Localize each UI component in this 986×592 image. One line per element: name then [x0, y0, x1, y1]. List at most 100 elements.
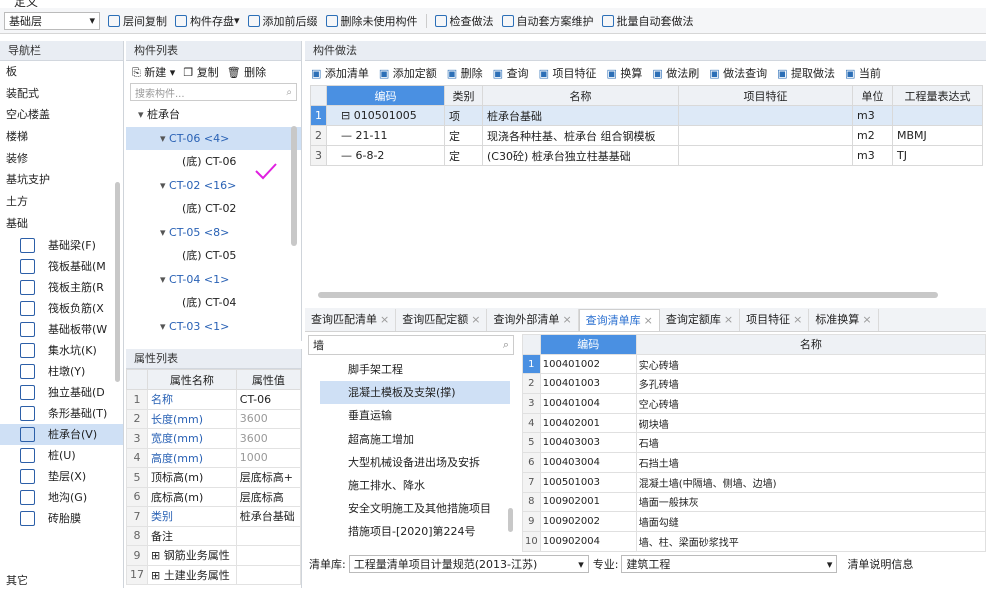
method-cell-cat[interactable]: 定 — [444, 145, 483, 166]
library-row[interactable]: 3 100401004 空心砖墙 — [522, 393, 986, 414]
library-row[interactable]: 5 100403003 石墙 — [522, 432, 986, 454]
lib-name-cell[interactable]: 墙、柱、梁面砂浆找平 — [635, 530, 986, 552]
spec-select[interactable]: 建筑工程 ▾ — [621, 555, 838, 573]
method-cell-name[interactable]: 桩承台基础 — [482, 105, 679, 126]
batch-auto-button[interactable]: 批量自动套做法 — [601, 13, 694, 29]
method-tool-button[interactable]: ▣ 删除 — [447, 65, 483, 81]
library-search-input[interactable]: 墙 ⌕ — [308, 335, 514, 355]
lib-code-cell[interactable]: 100902002 — [539, 511, 637, 532]
tree-node[interactable]: (底) CT-04 — [126, 291, 301, 315]
method-cell-expr[interactable]: TJ — [892, 145, 983, 166]
method-tool-button[interactable]: ▣ 换算 — [606, 65, 642, 81]
lib-name-cell[interactable]: 墙面勾缝 — [635, 511, 986, 532]
tree-node[interactable]: ▾ 桩承台 — [126, 103, 301, 127]
close-icon[interactable]: × — [644, 314, 653, 327]
check-method-button[interactable]: 检查做法 — [434, 13, 494, 29]
nav-item-other[interactable]: 其它 — [0, 570, 28, 592]
lib-code-cell[interactable]: 100401003 — [539, 373, 637, 395]
method-tool-button[interactable]: ▣ 提取做法 — [777, 65, 835, 81]
property-row[interactable]: 6 底标高(m) 层底标高 — [126, 486, 302, 507]
tree-toggle-icon[interactable]: ▾ — [160, 132, 169, 145]
col-name[interactable]: 名称 — [482, 85, 679, 106]
lib-name-cell[interactable]: 多孔砖墙 — [635, 373, 986, 395]
library-row[interactable]: 1 100401002 实心砖墙 — [522, 353, 986, 375]
library-category-item[interactable]: 超高施工增加 — [320, 428, 510, 451]
method-tool-button[interactable]: ▣ 添加定额 — [379, 65, 437, 81]
property-row[interactable]: 3 宽度(mm) 3600 — [126, 428, 302, 449]
nav-sub-item[interactable]: 桩(U) — [0, 445, 123, 466]
method-cell-feature[interactable] — [678, 145, 853, 166]
delete-component-button[interactable]: 🗑 删除 — [227, 64, 266, 80]
tree-node[interactable]: (底) CT-05 — [126, 244, 301, 268]
library-category-item[interactable]: 大型机械设备进出场及安拆 — [320, 451, 510, 474]
property-row[interactable]: 2 长度(mm) 3600 — [126, 408, 302, 429]
col-category[interactable]: 类别 — [444, 85, 483, 106]
library-row[interactable]: 10 100902004 墙、柱、梁面砂浆找平 — [522, 530, 986, 552]
prop-value[interactable]: CT-06 — [235, 389, 302, 410]
library-row[interactable]: 4 100402001 砌块墙 — [522, 412, 986, 434]
method-row[interactable]: 3— 6-8-2 定 (C30砼) 桩承台独立柱基基础 m3 TJ — [310, 145, 983, 166]
library-category-item[interactable]: 脚手架工程 — [320, 358, 510, 381]
library-row[interactable]: 6 100403004 石挡土墙 — [522, 452, 986, 473]
method-hscrollbar[interactable] — [318, 292, 938, 298]
col-code[interactable]: 编码 — [326, 85, 445, 106]
component-list-scrollbar[interactable] — [291, 126, 297, 246]
lib-code-cell[interactable]: 100902001 — [539, 491, 637, 513]
property-row[interactable]: 1 名称 CT-06 — [126, 389, 302, 410]
nav-sub-item[interactable]: 基础梁(F) — [0, 235, 123, 256]
copy-component-button[interactable]: ❐ 复制 — [183, 64, 218, 80]
library-row[interactable]: 8 100902001 墙面一般抹灰 — [522, 491, 986, 513]
method-tool-button[interactable]: ▣ 项目特征 — [539, 65, 597, 81]
tab-query[interactable]: 项目特征 × — [740, 309, 810, 331]
library-select[interactable]: 工程量清单项目计量规范(2013-江苏) ▾ — [348, 555, 589, 573]
method-cell-unit[interactable]: m3 — [852, 145, 893, 166]
library-list-scrollbar[interactable] — [508, 508, 513, 532]
nav-item[interactable]: 土方 — [0, 191, 123, 213]
nav-sub-item[interactable]: 条形基础(T) — [0, 403, 123, 424]
col-expr[interactable]: 工程量表达式 — [892, 85, 983, 106]
nav-item[interactable]: 基础 — [0, 213, 123, 235]
tree-toggle-icon[interactable]: ▾ — [160, 320, 169, 333]
method-tool-button[interactable]: ▣ 做法刷 — [652, 65, 699, 81]
lib-code-cell[interactable]: 100402001 — [539, 412, 637, 434]
tab-query[interactable]: 查询匹配定额 × — [396, 309, 488, 331]
nav-sub-item[interactable]: 地沟(G) — [0, 487, 123, 508]
tab-query[interactable]: 查询定额库 × — [660, 309, 741, 331]
col-feature[interactable]: 项目特征 — [678, 85, 853, 106]
add-prefix-button[interactable]: 添加前后缀 — [247, 13, 318, 29]
method-tool-button[interactable]: ▣ 当前 — [845, 65, 881, 81]
expand-icon[interactable]: ⊞ — [151, 549, 164, 562]
lib-code-cell[interactable]: 100403004 — [539, 452, 637, 473]
method-cell-code[interactable]: — 21-11 — [326, 125, 445, 146]
floor-select[interactable]: 基础层 ▾ — [4, 11, 100, 30]
tab-query[interactable]: 查询匹配清单 × — [305, 309, 397, 331]
component-save-button[interactable]: 构件存盘 ▾ — [175, 13, 240, 29]
library-row[interactable]: 7 100501003 混凝土墙(中隔墙、侧墙、边墙) — [522, 471, 986, 493]
tree-node[interactable]: (底) CT-02 — [126, 197, 301, 221]
library-category-item[interactable]: 措施项目-[2020]第224号 — [320, 520, 510, 543]
lib-name-cell[interactable]: 墙面一般抹灰 — [635, 491, 986, 513]
property-row[interactable]: 17 ⊞ 土建业务属性 — [126, 564, 302, 585]
library-category-item[interactable]: 施工排水、降水 — [320, 474, 510, 497]
tree-toggle-icon[interactable]: ▾ — [138, 108, 147, 121]
method-cell-feature[interactable] — [678, 105, 853, 126]
method-cell-expr[interactable]: MBMJ — [892, 125, 983, 146]
lib-col-name[interactable]: 名称 — [635, 334, 986, 355]
method-tool-button[interactable]: ▣ 做法查询 — [709, 65, 767, 81]
floor-copy-button[interactable]: 层间复制 — [108, 13, 167, 29]
method-row[interactable]: 2— 21-11 定现浇各种柱基、桩承台 组合钢模板 m2 MBMJ — [310, 125, 983, 146]
tree-node[interactable]: ▾ CT-06 <4> — [126, 126, 301, 150]
library-category-item[interactable]: 安全文明施工及其他措施项目 — [320, 497, 510, 520]
close-icon[interactable]: × — [793, 313, 802, 326]
property-row[interactable]: 7 类别 桩承台基础 — [126, 506, 302, 527]
nav-item[interactable]: 楼梯 — [0, 126, 123, 148]
nav-item[interactable]: 装修 — [0, 148, 123, 170]
method-row[interactable]: 1 ⊟ 010501005 项桩承台基础 m3 — [310, 105, 983, 126]
lib-name-cell[interactable]: 砌块墙 — [635, 412, 986, 434]
nav-item[interactable]: 空心楼盖 — [0, 104, 123, 126]
prop-value[interactable]: 3600 — [235, 408, 302, 429]
component-search-input[interactable]: 搜索构件... ⌕ — [130, 83, 297, 101]
method-cell-code[interactable]: — 6-8-2 — [326, 145, 445, 166]
nav-sub-item[interactable]: 筏板负筋(X — [0, 298, 123, 319]
prop-value[interactable]: 层底标高+ — [235, 467, 302, 488]
